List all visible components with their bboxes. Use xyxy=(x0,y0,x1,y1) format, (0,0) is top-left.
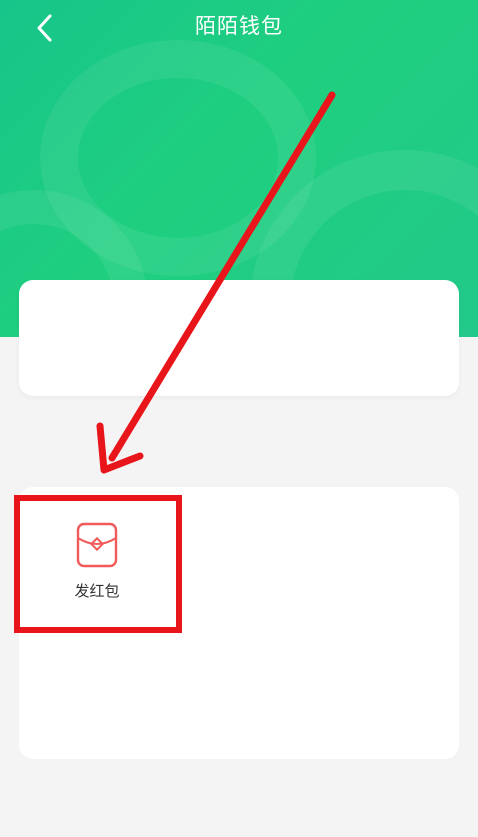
send-red-packet-button[interactable]: 发红包 xyxy=(22,508,172,628)
page-title: 陌陌钱包 xyxy=(195,14,283,38)
send-red-packet-label: 发红包 xyxy=(74,582,120,600)
wallet-summary-card xyxy=(19,280,459,396)
red-packet-icon xyxy=(76,522,118,568)
